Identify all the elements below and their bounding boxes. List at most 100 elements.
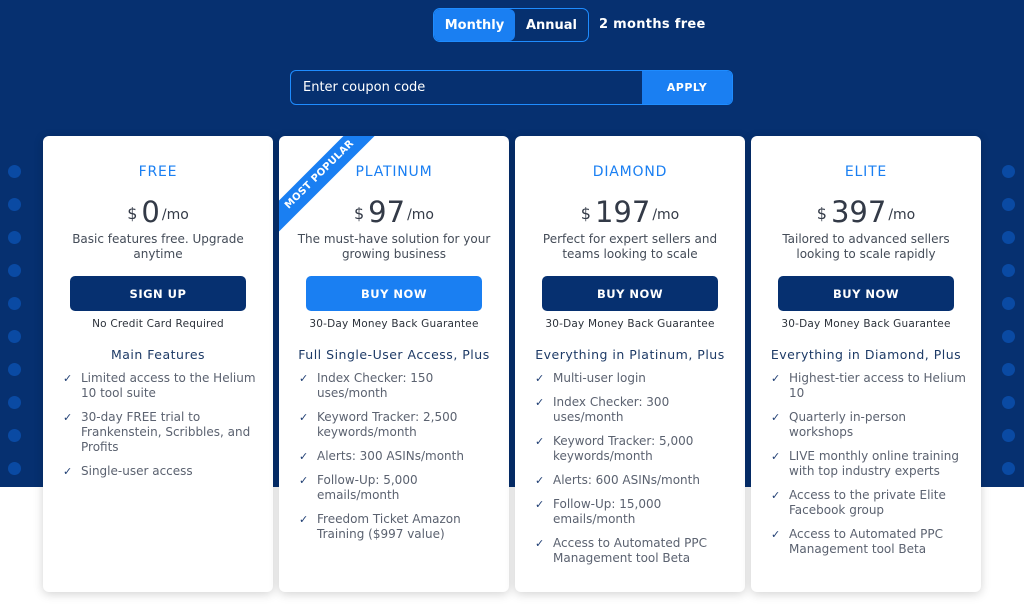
feature-item: ✓ Follow-Up: 15,000 emails/month: [535, 497, 731, 527]
most-popular-ribbon: MOST POPULAR: [279, 136, 389, 246]
buy-now-diamond-button[interactable]: BUY NOW: [542, 276, 718, 311]
plan-description: Perfect for expert sellers and teams loo…: [542, 232, 718, 261]
decorative-dots-right: [1002, 165, 1018, 495]
plan-price: $ 397 /mo: [751, 192, 981, 228]
feature-text: Keyword Tracker: 2,500 keywords/month: [317, 410, 458, 439]
cta-note: 30-Day Money Back Guarantee: [781, 318, 951, 330]
ribbon-label: MOST POPULAR: [279, 136, 381, 236]
buy-now-platinum-button[interactable]: BUY NOW: [306, 276, 482, 311]
check-icon: ✓: [535, 498, 545, 511]
feature-item: ✓ Freedom Ticket Amazon Training ($997 va…: [299, 512, 495, 542]
cta-note: 30-Day Money Back Guarantee: [309, 318, 479, 330]
check-icon: ✓: [535, 435, 545, 448]
check-icon: ✓: [535, 537, 545, 550]
check-icon: ✓: [299, 513, 309, 526]
check-icon: ✓: [535, 474, 545, 487]
check-icon: ✓: [535, 396, 545, 409]
features-title: Full Single-User Access, Plus: [298, 347, 490, 362]
decorative-dots-left: [8, 165, 24, 495]
feature-list: ✓ Limited access to the Helium 10 tool su…: [63, 371, 259, 479]
check-icon: ✓: [63, 465, 73, 478]
feature-item: ✓ Keyword Tracker: 2,500 keywords/month: [299, 410, 495, 440]
check-icon: ✓: [299, 372, 309, 385]
check-icon: ✓: [299, 411, 309, 424]
price-period: /mo: [652, 207, 680, 223]
billing-toggle: Monthly Annual: [433, 8, 589, 42]
cta-note: 30-Day Money Back Guarantee: [545, 318, 715, 330]
feature-item: ✓ Access to Automated PPC Management tool…: [535, 536, 731, 566]
apply-coupon-button[interactable]: APPLY: [642, 71, 732, 104]
feature-text: Access to the private Elite Facebook gro…: [789, 488, 946, 517]
price-amount: 197: [594, 195, 651, 229]
price-period: /mo: [407, 207, 434, 223]
plan-name: DIAMOND: [592, 164, 668, 180]
feature-text: Index Checker: 300 uses/month: [553, 395, 670, 424]
plan-price: $ 197 /mo: [515, 192, 745, 228]
feature-text: Highest-tier access to Helium 10: [789, 371, 966, 400]
check-icon: ✓: [299, 450, 309, 463]
feature-text: Alerts: 300 ASINs/month: [317, 449, 464, 463]
price-amount: 0: [141, 195, 160, 229]
price-currency: $: [127, 204, 138, 223]
plan-card-elite: ELITE $ 397 /mo Tailored to advanced sel…: [751, 136, 981, 592]
feature-item: ✓ Access to the private Elite Facebook gr…: [771, 488, 967, 518]
annual-savings-note: 2 months free: [599, 17, 706, 32]
check-icon: ✓: [771, 489, 781, 502]
features-title: Everything in Diamond, Plus: [770, 347, 962, 362]
feature-text: Follow-Up: 5,000 emails/month: [317, 473, 418, 502]
feature-item: ✓ Follow-Up: 5,000 emails/month: [299, 473, 495, 503]
check-icon: ✓: [771, 450, 781, 463]
feature-text: 30-day FREE trial to Frankenstein, Scrib…: [81, 410, 251, 454]
coupon-input[interactable]: [291, 71, 642, 104]
feature-item: ✓ 30-day FREE trial to Frankenstein, Scri…: [63, 410, 259, 455]
feature-text: Alerts: 600 ASINs/month: [553, 473, 700, 487]
feature-text: Single-user access: [81, 464, 193, 478]
feature-text: Limited access to the Helium 10 tool sui…: [81, 371, 256, 400]
feature-item: ✓ Access to Automated PPC Management tool…: [771, 527, 967, 557]
check-icon: ✓: [771, 411, 781, 424]
coupon-form: APPLY: [290, 70, 733, 105]
feature-text: Index Checker: 150 uses/month: [317, 371, 434, 400]
plan-card-free: FREE $ 0 /mo Basic features free. Upgrad…: [43, 136, 273, 592]
feature-list: ✓ Highest-tier access to Helium 10 ✓ Quart…: [771, 371, 967, 557]
features-title: Everything in Platinum, Plus: [535, 347, 725, 362]
check-icon: ✓: [63, 411, 73, 424]
feature-text: Multi-user login: [553, 371, 646, 385]
price-currency: $: [580, 204, 591, 223]
check-icon: ✓: [299, 474, 309, 487]
plan-card-platinum: MOST POPULAR PLATINUM $ 97 /mo The must-…: [279, 136, 509, 592]
plan-name: FREE: [138, 164, 178, 180]
price-period: /mo: [161, 207, 189, 223]
features-title: Main Features: [110, 347, 206, 362]
check-icon: ✓: [771, 528, 781, 541]
buy-now-elite-button[interactable]: BUY NOW: [778, 276, 954, 311]
plan-card-diamond: DIAMOND $ 197 /mo Perfect for expert sel…: [515, 136, 745, 592]
toggle-annual[interactable]: Annual: [515, 9, 588, 41]
check-icon: ✓: [535, 372, 545, 385]
price-period: /mo: [888, 207, 916, 223]
feature-list: ✓ Multi-user login ✓ Index Checker: 300 us…: [535, 371, 731, 566]
feature-item: ✓ Single-user access: [63, 464, 259, 479]
feature-item: ✓ Highest-tier access to Helium 10: [771, 371, 967, 401]
toggle-monthly[interactable]: Monthly: [434, 9, 515, 41]
plan-price: $ 0 /mo: [43, 192, 273, 228]
feature-text: Access to Automated PPC Management tool …: [553, 536, 708, 565]
feature-list: ✓ Index Checker: 150 uses/month ✓ Keyword …: [299, 371, 495, 542]
feature-text: LIVE monthly online training with top in…: [789, 449, 959, 478]
plan-name: ELITE: [844, 164, 888, 180]
feature-item: ✓ Keyword Tracker: 5,000 keywords/month: [535, 434, 731, 464]
feature-text: Quarterly in-person workshops: [789, 410, 907, 439]
plan-description: Basic features free. Upgrade anytime: [72, 232, 244, 261]
feature-text: Freedom Ticket Amazon Training ($997 val…: [317, 512, 461, 541]
feature-item: ✓ Index Checker: 300 uses/month: [535, 395, 731, 425]
feature-item: ✓ Limited access to the Helium 10 tool su…: [63, 371, 259, 401]
plan-description: Tailored to advanced sellers looking to …: [782, 232, 950, 261]
feature-item: ✓ Quarterly in-person workshops: [771, 410, 967, 440]
feature-text: Access to Automated PPC Management tool …: [789, 527, 944, 556]
feature-item: ✓ Alerts: 300 ASINs/month: [299, 449, 495, 464]
sign-up-button[interactable]: SIGN UP: [70, 276, 246, 311]
feature-item: ✓ Index Checker: 150 uses/month: [299, 371, 495, 401]
price-amount: 397: [830, 195, 887, 229]
cta-note: No Credit Card Required: [92, 318, 224, 330]
price-currency: $: [816, 204, 827, 223]
